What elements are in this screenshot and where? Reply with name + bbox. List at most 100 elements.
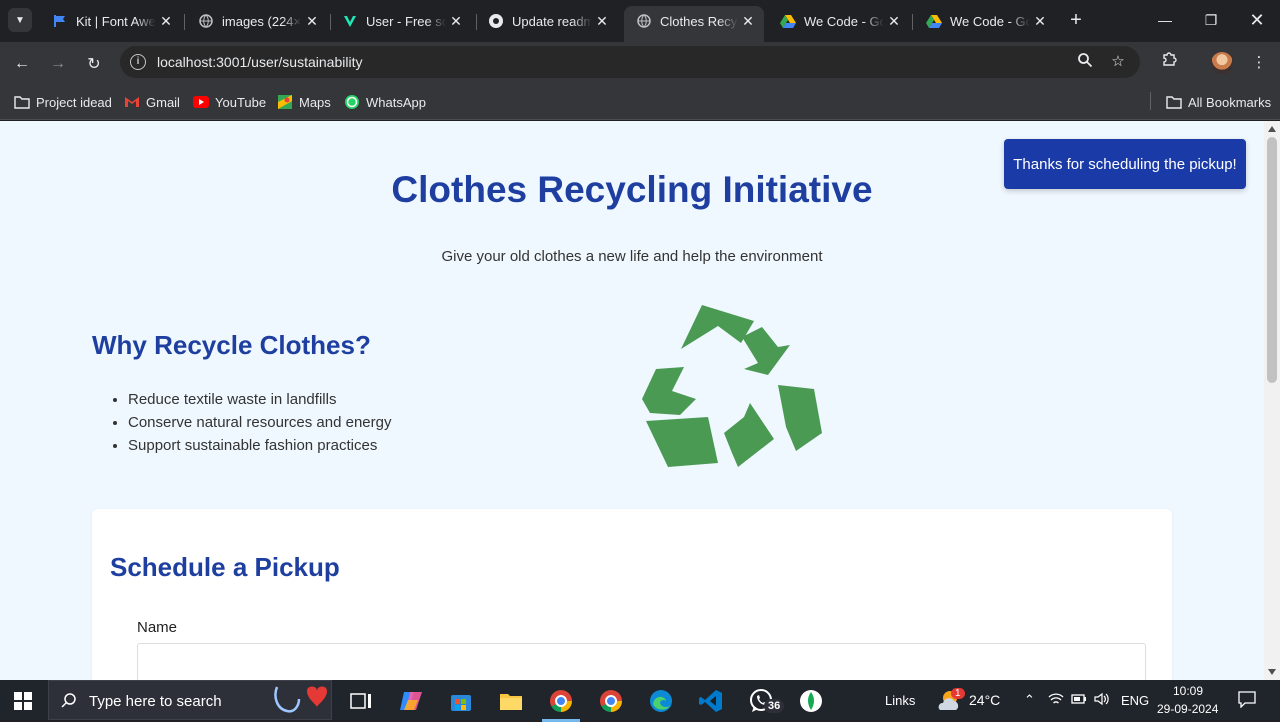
notifications-icon[interactable] [1238, 690, 1256, 711]
close-icon[interactable]: ✕ [302, 13, 322, 30]
chrome-active-icon[interactable] [542, 688, 580, 722]
tab-we-code-drive-2[interactable]: We Code - Google Drive ✕ [914, 6, 1056, 36]
schedule-pickup-heading: Schedule a Pickup [110, 552, 340, 582]
tab-clothes-recycling[interactable]: Clothes Recycling ✕ [624, 6, 764, 42]
close-window-button[interactable]: ✕ [1234, 6, 1280, 34]
tab-title: Kit | Font Awesome [76, 13, 156, 29]
page-scrollbar[interactable] [1264, 121, 1280, 680]
tab-title: images (224×224) [222, 13, 302, 29]
close-icon[interactable]: ✕ [592, 13, 612, 30]
tab-font-awesome[interactable]: Kit | Font Awesome ✕ [40, 6, 182, 36]
maps-icon [277, 94, 293, 110]
avatar[interactable] [1211, 52, 1233, 74]
browser-toolbar: ← → ↻ i localhost:3001/user/sustainabili… [0, 42, 1280, 84]
close-icon[interactable]: ✕ [1030, 13, 1050, 30]
back-button[interactable]: ← [8, 50, 36, 78]
page-title: Clothes Recycling Initiative [391, 169, 873, 210]
zoom-icon[interactable] [1075, 52, 1095, 72]
weather-badge: 1 [951, 688, 965, 699]
scroll-thumb[interactable] [1267, 137, 1277, 383]
bookmark-project-idead[interactable]: Project idead [14, 93, 112, 111]
tab-images[interactable]: images (224×224) ✕ [186, 6, 328, 36]
menu-icon[interactable]: ⋮ [1246, 51, 1272, 77]
clock-date[interactable]: 29-09-2024 [1157, 702, 1218, 716]
tab-user-icons[interactable]: User - Free solid icons ✕ [330, 6, 472, 36]
close-icon[interactable]: ✕ [738, 13, 758, 30]
close-icon[interactable]: ✕ [156, 13, 176, 30]
search-icon [61, 692, 77, 713]
bookmarks-bar: Project idead Gmail YouTube Maps WhatsAp… [0, 84, 1280, 120]
globe-icon [198, 13, 214, 29]
task-view-icon[interactable] [348, 688, 374, 714]
close-icon[interactable]: ✕ [884, 13, 904, 30]
list-item: Conserve natural resources and energy [128, 414, 391, 437]
minimize-button[interactable]: — [1142, 6, 1188, 34]
page-content: Thanks for scheduling the pickup! Clothe… [0, 121, 1264, 680]
benefits-list: Reduce textile waste in landfills Conser… [128, 391, 391, 460]
windows-start-icon[interactable] [14, 692, 32, 710]
drive-icon [926, 13, 942, 29]
github-icon [488, 13, 504, 29]
tab-update-readme[interactable]: Update readme ✕ [476, 6, 618, 36]
clock-time[interactable]: 10:09 [1173, 684, 1203, 698]
chevron-up-icon[interactable]: ⌃ [1024, 692, 1035, 708]
bookmarks-divider [1150, 92, 1151, 110]
vscode-icon[interactable] [698, 688, 724, 714]
star-icon[interactable]: ☆ [1108, 52, 1128, 72]
microsoft-store-icon[interactable] [448, 688, 474, 714]
links-toolbar[interactable]: Links [885, 693, 915, 708]
tab-title: We Code - Google Drive [804, 13, 884, 29]
all-bookmarks-button[interactable]: All Bookmarks [1166, 93, 1271, 111]
file-explorer-icon[interactable] [498, 688, 524, 714]
schedule-pickup-card: Schedule a Pickup Name [92, 509, 1172, 680]
taskbar-search[interactable]: Type here to search [48, 680, 332, 720]
copilot-icon[interactable] [398, 688, 424, 714]
folder-icon [1166, 94, 1182, 110]
bookmark-youtube[interactable]: YouTube [193, 93, 266, 111]
bookmark-whatsapp[interactable]: WhatsApp [344, 93, 426, 111]
scroll-up-icon[interactable] [1268, 126, 1276, 132]
scroll-down-icon[interactable] [1268, 669, 1276, 675]
chevron-down-icon: ▼ [15, 14, 25, 26]
forward-button[interactable]: → [44, 50, 72, 78]
close-icon: ✕ [1249, 9, 1265, 30]
bookmark-maps[interactable]: Maps [277, 93, 331, 111]
restore-icon: ❐ [1204, 11, 1218, 28]
reload-icon: ↻ [87, 56, 101, 73]
bookmark-gmail[interactable]: Gmail [124, 93, 180, 111]
url-text[interactable]: localhost:3001/user/sustainability [157, 54, 362, 70]
tab-search-button[interactable]: ▼ [8, 8, 32, 32]
address-bar[interactable]: i localhost:3001/user/sustainability ☆ [120, 46, 1140, 78]
drive-icon [780, 13, 796, 29]
extensions-icon[interactable] [1156, 51, 1182, 77]
windows-taskbar: Type here to search Links 1 24°C ⌃ ENG 1… [0, 680, 1280, 722]
weather-temperature[interactable]: 24°C [969, 692, 1000, 708]
whatsapp-icon [344, 94, 360, 110]
volume-icon[interactable] [1094, 692, 1110, 709]
bookmark-label: YouTube [215, 94, 267, 110]
name-field[interactable] [137, 643, 1146, 680]
tab-title: Clothes Recycling [660, 13, 738, 29]
chrome-icon[interactable] [598, 688, 624, 714]
stethoscope-heart-icon [274, 686, 327, 713]
tab-title: We Code - Google Drive [950, 13, 1030, 29]
mongodb-compass-icon[interactable] [798, 688, 824, 714]
network-icon[interactable] [1048, 692, 1064, 709]
recycle-icon [642, 305, 822, 467]
battery-icon[interactable] [1071, 692, 1087, 709]
tab-title: User - Free solid icons [366, 13, 446, 29]
flag-icon [52, 13, 68, 29]
new-tab-button[interactable]: + [1066, 10, 1086, 30]
tab-we-code-drive-1[interactable]: We Code - Google Drive ✕ [768, 6, 910, 36]
edge-icon[interactable] [648, 688, 674, 714]
globe-icon [636, 13, 652, 29]
restore-button[interactable]: ❐ [1188, 6, 1234, 34]
name-label: Name [137, 619, 178, 636]
reload-button[interactable]: ↻ [80, 50, 108, 78]
arrow-left-icon: ← [14, 55, 30, 72]
vuetify-icon [342, 13, 358, 29]
arrow-right-icon: → [50, 55, 66, 72]
language-indicator[interactable]: ENG [1121, 693, 1149, 708]
close-icon[interactable]: ✕ [446, 13, 466, 30]
site-info-icon[interactable]: i [130, 54, 146, 70]
